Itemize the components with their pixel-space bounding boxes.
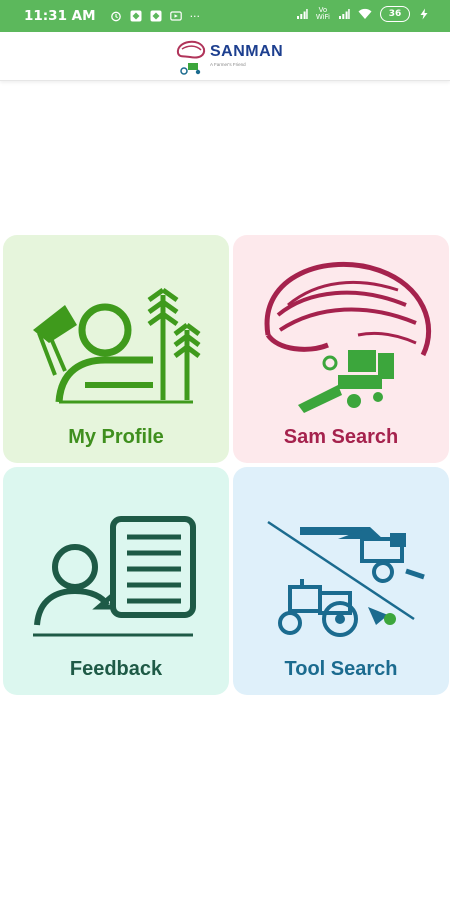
- sam-search-icon: [264, 261, 432, 413]
- logo-tagline: A Farmer's Friend: [210, 62, 246, 67]
- my-profile-button[interactable]: My Profile: [3, 235, 229, 463]
- profile-icon: [33, 287, 201, 404]
- farmer-logo-icon: [176, 40, 206, 75]
- status-bar: 11:31 AM ··· Vo WiFi 36: [0, 0, 450, 32]
- app-header: SANMAN A Farmer's Friend: [0, 32, 450, 81]
- feedback-label: Feedback: [69, 658, 163, 680]
- feedback-button[interactable]: Feedback: [3, 467, 229, 695]
- logo-name: SANMAN: [210, 43, 284, 60]
- signal-icon: [296, 9, 308, 19]
- tool-search-button[interactable]: Tool Search: [233, 467, 449, 695]
- feedback-icon: [33, 516, 196, 637]
- sam-search-button[interactable]: Sam Search: [233, 235, 449, 463]
- wifi-icon: [358, 8, 372, 19]
- status-right: Vo WiFi 36: [296, 6, 430, 22]
- sam-search-label: Sam Search: [283, 426, 399, 448]
- status-left: 11:31 AM ···: [24, 8, 200, 24]
- app-logo: SANMAN A Farmer's Friend: [170, 35, 284, 77]
- app-notification-icon: [130, 10, 142, 22]
- network-label: Vo WiFi: [316, 7, 330, 21]
- network-label-bottom: WiFi: [315, 13, 330, 21]
- media-icon: [169, 11, 182, 21]
- status-time: 11:31 AM: [24, 8, 96, 24]
- my-profile-label: My Profile: [68, 426, 164, 448]
- tool-search-label: Tool Search: [284, 658, 398, 680]
- charging-icon: [420, 8, 428, 20]
- tractor-icon: [267, 520, 425, 637]
- signal-icon: [339, 9, 350, 19]
- more-icon: ···: [189, 9, 201, 23]
- alarm-icon: [110, 11, 121, 22]
- app-notification-icon: [150, 10, 162, 22]
- battery-icon: 36: [380, 6, 410, 22]
